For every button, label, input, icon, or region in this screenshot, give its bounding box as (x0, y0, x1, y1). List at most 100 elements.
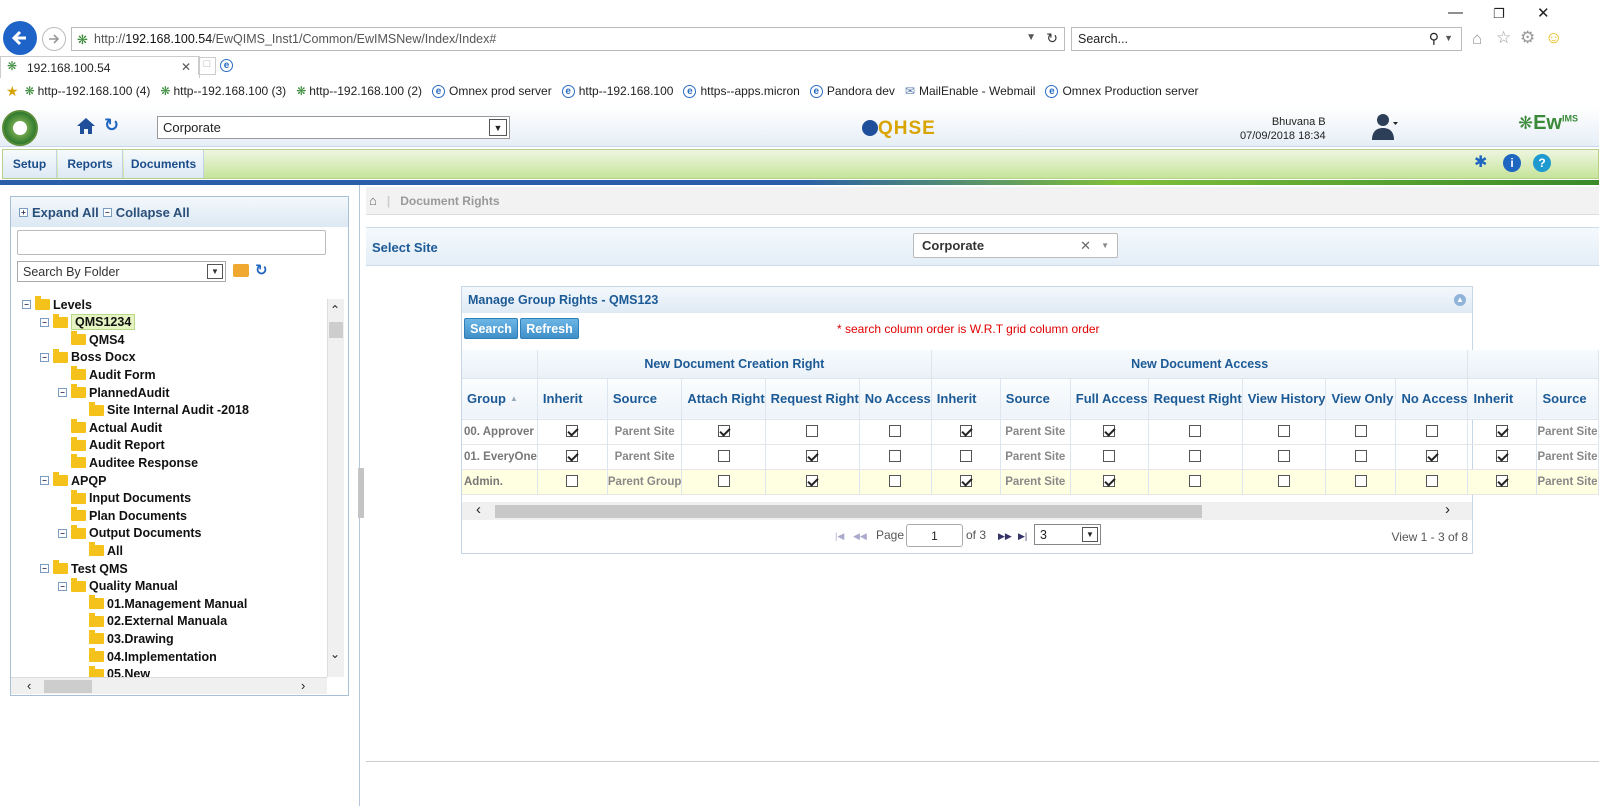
rights-checkbox[interactable] (959, 450, 972, 463)
collapse-all-link[interactable]: Collapse All (116, 205, 190, 220)
collapse-icon[interactable]: − (40, 564, 49, 573)
new-tab-icon[interactable]: □ (198, 57, 216, 75)
refresh-icon[interactable]: ↻ (104, 115, 119, 136)
chevron-left-icon[interactable]: ‹ (476, 501, 481, 518)
ie-icon[interactable]: e (220, 57, 237, 72)
tree-node[interactable]: − Boss Docx (40, 348, 136, 366)
panel-splitter[interactable] (358, 468, 364, 518)
rights-checkbox[interactable] (1278, 425, 1291, 438)
table-row[interactable]: 00. Approver Parent Site Parent Site Parent… (462, 419, 1599, 445)
rights-checkbox[interactable] (1354, 425, 1367, 438)
browser-tab[interactable]: ❋ 192.168.100.54 ✕ (0, 56, 200, 78)
tree-node[interactable]: Site Internal Audit -2018 (76, 401, 249, 419)
first-page-icon[interactable]: |◀ (835, 531, 844, 542)
menu-setup[interactable]: Setup (3, 150, 57, 178)
table-row[interactable]: Admin. Parent Group Parent Site Parent Site (462, 469, 1599, 495)
chevron-up-icon[interactable]: ⌃ (330, 303, 340, 317)
page-size-select[interactable]: 3 ▼ (1034, 524, 1101, 545)
next-page-icon[interactable]: ▶▶ (998, 531, 1012, 542)
tree-node[interactable]: − Levels (22, 296, 92, 313)
minimize-icon[interactable]: — (1448, 4, 1463, 21)
rights-checkbox[interactable] (1354, 475, 1367, 488)
column-header[interactable]: Source (1536, 378, 1599, 420)
rights-checkbox[interactable] (1496, 450, 1509, 463)
rights-checkbox[interactable] (1189, 450, 1202, 463)
refresh-icon[interactable]: ↻ (255, 261, 268, 279)
rights-checkbox[interactable] (1496, 425, 1509, 438)
favorite-link[interactable]: e Omnex Production server (1045, 84, 1199, 98)
favorite-link[interactable]: e Omnex prod server (432, 84, 552, 98)
tree-node[interactable]: Audit Form (58, 366, 156, 383)
chevron-right-icon[interactable]: › (1445, 501, 1450, 518)
rights-checkbox[interactable] (1189, 475, 1202, 488)
rights-checkbox[interactable] (959, 425, 972, 438)
close-window-icon[interactable]: ✕ (1537, 4, 1550, 22)
scroll-thumb[interactable] (329, 322, 343, 338)
column-header[interactable]: Inherit (931, 378, 1001, 420)
column-header[interactable]: View History (1242, 378, 1327, 420)
tree-node[interactable]: All (76, 542, 123, 559)
pin-icon[interactable]: ✱ (1474, 152, 1487, 172)
home-icon[interactable]: ⌂ (1472, 29, 1482, 49)
collapse-icon[interactable]: − (58, 581, 67, 591)
rights-checkbox[interactable] (1496, 475, 1509, 488)
rights-checkbox[interactable] (889, 425, 902, 438)
sort-asc-icon[interactable]: ▲ (510, 394, 518, 403)
rights-checkbox[interactable] (806, 475, 819, 488)
tree-node[interactable]: Input Documents (58, 489, 191, 507)
collapse-icon[interactable]: − (40, 352, 49, 362)
rights-checkbox[interactable] (1425, 450, 1438, 463)
tree-node[interactable]: QMS4 (58, 331, 124, 348)
home-icon[interactable]: ⌂ (369, 193, 377, 208)
tree-horizontal-scrollbar[interactable]: ‹ › (11, 677, 327, 694)
expand-all-link[interactable]: Expand All (32, 205, 99, 220)
address-bar[interactable]: ❋ http://192.168.100.54/EwQIMS_Inst1/Com… (71, 27, 1065, 51)
favorite-link[interactable]: e Pandora dev (809, 84, 895, 98)
search-icon[interactable]: ⚲ (1429, 30, 1439, 47)
clear-icon[interactable]: ✕ (1080, 238, 1091, 254)
chevron-left-icon[interactable]: ‹ (27, 678, 31, 693)
collapse-icon[interactable]: − (58, 388, 67, 397)
avatar-icon[interactable] (1372, 112, 1398, 142)
folder-search-icon[interactable] (233, 264, 249, 277)
rights-checkbox[interactable] (959, 475, 972, 488)
prev-page-icon[interactable]: ◀◀ (853, 531, 867, 542)
collapse-icon[interactable]: − (40, 476, 49, 485)
column-header[interactable]: Request Right (765, 378, 860, 420)
rights-checkbox[interactable] (717, 450, 730, 463)
smiley-icon[interactable]: ☺ (1545, 28, 1562, 48)
forward-button[interactable] (42, 27, 66, 51)
tree-node[interactable]: 05.New (76, 665, 150, 677)
rights-checkbox[interactable] (717, 475, 730, 488)
tree-node[interactable]: 02.External Manuala (76, 612, 227, 630)
rights-checkbox[interactable] (566, 450, 579, 463)
rights-checkbox[interactable] (1354, 450, 1367, 463)
restore-icon[interactable]: ❐ (1493, 6, 1505, 22)
refresh-button[interactable]: Refresh (520, 318, 579, 339)
collapse-icon[interactable]: − (22, 300, 31, 309)
tree-node[interactable]: − Quality Manual (58, 577, 178, 595)
home-icon[interactable] (76, 116, 96, 136)
tree-vertical-scrollbar[interactable]: ⌃ ⌄ (327, 299, 344, 677)
tree-node[interactable]: 03.Drawing (76, 630, 174, 647)
expand-icon[interactable]: + (19, 207, 28, 217)
rights-checkbox[interactable] (1103, 450, 1116, 463)
column-header[interactable]: Group ▲ (462, 378, 538, 420)
column-header[interactable]: View Only (1325, 378, 1397, 420)
rights-checkbox[interactable] (1189, 425, 1202, 438)
tree-node[interactable]: − Output Documents (58, 524, 202, 542)
app-logo-icon[interactable] (2, 110, 38, 146)
scroll-thumb[interactable] (495, 505, 1202, 518)
column-header[interactable]: Source (1000, 378, 1071, 420)
column-header[interactable]: Attach Right (681, 378, 766, 420)
rights-checkbox[interactable] (889, 450, 902, 463)
site-picker[interactable]: Corporate ✕ ▼ (913, 233, 1118, 258)
chevron-down-icon[interactable]: ▼ (1101, 241, 1109, 250)
table-row[interactable]: 01. EveryOne Parent Site Parent Site Parent… (462, 444, 1599, 470)
column-header[interactable]: Request Right (1148, 378, 1243, 420)
column-header[interactable]: Inherit (537, 378, 608, 420)
search-by-select[interactable]: Search By Folder ▼ (17, 261, 226, 282)
column-header[interactable]: Inherit (1467, 378, 1538, 420)
scroll-thumb[interactable] (44, 680, 92, 693)
refresh-icon[interactable]: ↻ (1046, 30, 1058, 47)
